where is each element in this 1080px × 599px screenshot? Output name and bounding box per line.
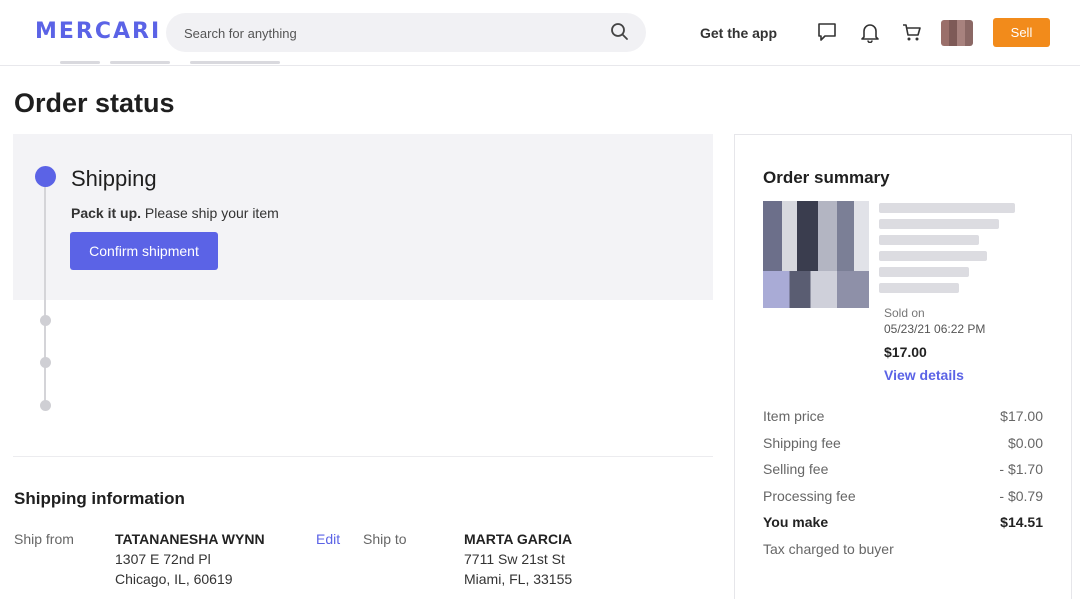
- timeline-step-active: [35, 166, 56, 187]
- view-details-link[interactable]: View details: [884, 367, 964, 383]
- ship-to-label: Ship to: [363, 531, 407, 547]
- ship-from-address-line2: Chicago, IL, 60619: [115, 571, 233, 587]
- timeline-step-pending: [40, 315, 51, 326]
- processing-fee-value: - $0.79: [999, 488, 1043, 504]
- search-bar[interactable]: [166, 13, 646, 52]
- item-title-blurred: [879, 203, 1019, 298]
- timeline-line: [44, 186, 46, 408]
- shipping-fee-value: $0.00: [1007, 435, 1043, 451]
- shipping-info-title: Shipping information: [14, 489, 185, 508]
- timeline-step-pending: [40, 400, 51, 411]
- bell-icon[interactable]: [859, 21, 881, 43]
- you-make-label: You make: [763, 514, 829, 530]
- processing-fee-label: Processing fee: [763, 488, 856, 504]
- cart-icon[interactable]: [901, 21, 923, 43]
- search-input[interactable]: [184, 23, 584, 43]
- selling-fee-label: Selling fee: [763, 461, 829, 477]
- mercari-logo[interactable]: MERCARI: [35, 19, 161, 44]
- shipping-fee-label: Shipping fee: [763, 435, 841, 451]
- you-make-value: $14.51: [1000, 514, 1043, 530]
- sell-button[interactable]: Sell: [993, 18, 1050, 47]
- confirm-shipment-button[interactable]: Confirm shipment: [70, 232, 218, 270]
- breadcrumb: [60, 58, 290, 66]
- item-price-value: $17.00: [1000, 408, 1043, 424]
- page-title: Order status: [14, 88, 175, 118]
- ship-from-name: TATANANESHA WYNN: [115, 531, 265, 547]
- search-icon[interactable]: [610, 22, 630, 42]
- item-thumbnail[interactable]: [763, 201, 869, 308]
- order-summary-title: Order summary: [763, 168, 890, 187]
- get-the-app-link[interactable]: Get the app: [700, 25, 777, 41]
- timeline-step-pending: [40, 357, 51, 368]
- avatar[interactable]: [941, 20, 973, 46]
- ship-from-address-line1: 1307 E 72nd Pl: [115, 551, 211, 567]
- section-divider: [13, 456, 713, 457]
- top-header: MERCARI Get the app Sell: [0, 0, 1080, 66]
- step-title: Shipping: [71, 166, 157, 191]
- item-sold-price: $17.00: [884, 344, 927, 360]
- message-icon[interactable]: [816, 21, 838, 43]
- ship-to-address-line1: 7711 Sw 21st St: [464, 551, 565, 567]
- tax-charged-label: Tax charged to buyer: [763, 541, 894, 557]
- item-price-label: Item price: [763, 408, 825, 424]
- sold-on-date: 05/23/21 06:22 PM: [884, 322, 986, 336]
- sold-on-label: Sold on: [884, 306, 925, 320]
- step-subtitle: Pack it up. Please ship your item: [71, 205, 279, 221]
- ship-to-name: MARTA GARCIA: [464, 531, 573, 547]
- selling-fee-value: - $1.70: [999, 461, 1043, 477]
- ship-to-address-line2: Miami, FL, 33155: [464, 571, 573, 587]
- edit-address-link[interactable]: Edit: [316, 531, 340, 547]
- ship-from-label: Ship from: [14, 531, 74, 547]
